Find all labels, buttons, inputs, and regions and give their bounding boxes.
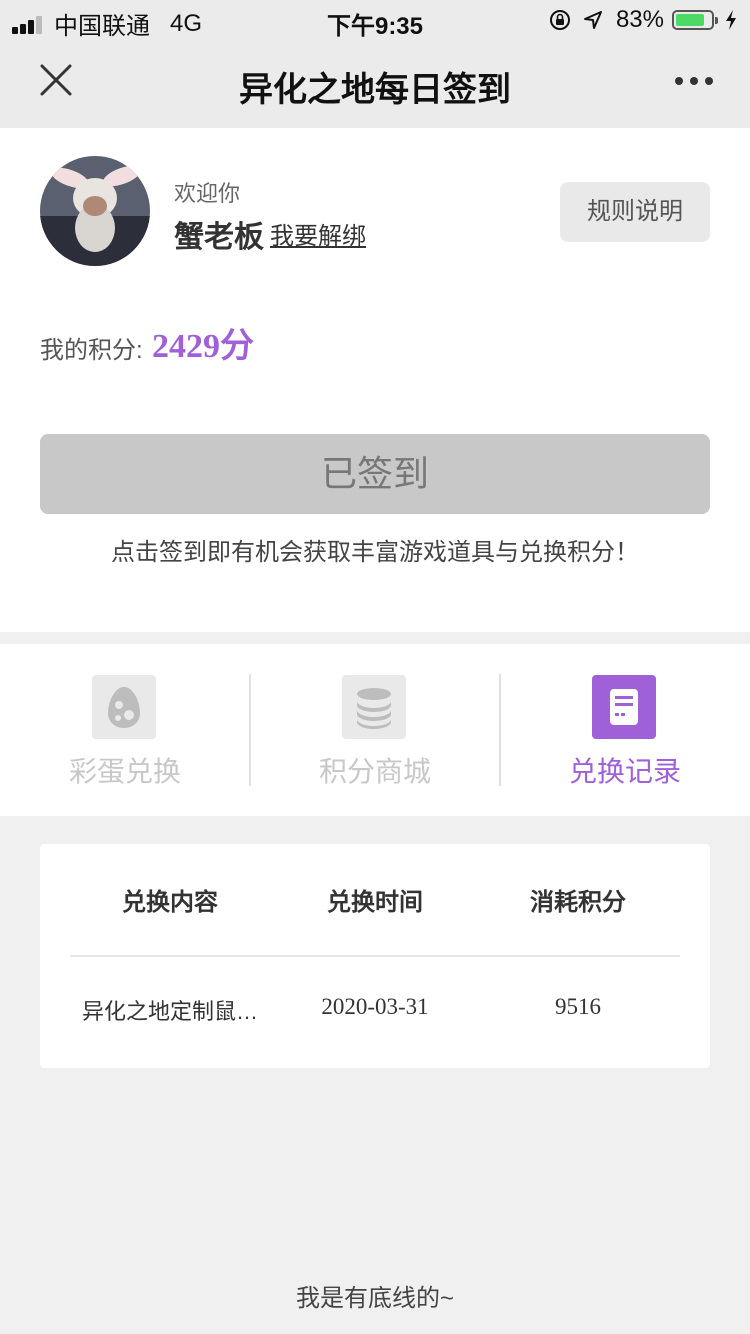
tab-exchange-records[interactable]: 兑换记录 [500,644,750,816]
charging-icon [726,10,736,30]
page-title: 异化之地每日签到 [239,71,511,109]
tab-label: 兑换记录 [568,756,681,787]
unbind-link[interactable]: 我要解绑 [270,216,366,251]
points-label: 我的积分: [40,337,143,364]
table-divider [70,955,680,957]
egg-icon [92,675,156,739]
tab-egg-exchange[interactable]: 彩蛋兑换 [0,644,250,816]
location-icon [583,11,602,29]
rules-button[interactable]: 规则说明 [560,182,710,242]
table-cell-content: 异化之地定制鼠… [81,999,258,1024]
username: 蟹老板 [174,221,264,254]
status-right: 83% [548,6,738,34]
tab-label: 彩蛋兑换 [68,756,181,787]
footer-text: 我是有底线的~ [295,1285,454,1312]
column-header-points: 消耗积分 [530,889,626,916]
tab-bar: 彩蛋兑换 积分商城 兑换记录 [0,644,750,816]
sign-in-hint: 点击签到即有机会获取丰富游戏道具与兑换积分！ [111,539,639,566]
record-icon [592,675,656,739]
more-icon[interactable] [674,66,714,96]
points-value: 2429分 [152,328,254,365]
table-cell-points: 9516 [555,994,601,1019]
coins-icon [342,675,406,739]
orientation-lock-icon [549,10,570,30]
nav-bar: 异化之地每日签到 [0,40,750,128]
avatar[interactable] [40,156,150,266]
battery-percent: 83% [615,6,664,33]
battery-icon [672,10,718,30]
profile-card: 欢迎你 蟹老板 我要解绑 规则说明 我的积分: 2429分 已签到 点击签到即有… [0,128,750,632]
column-header-time: 兑换时间 [327,889,423,916]
welcome-text: 欢迎你 [174,181,241,206]
tab-label: 积分商城 [318,756,431,787]
column-header-content: 兑换内容 [122,889,218,916]
status-bar: 中国联通 4G 下午9:35 83% [0,0,750,40]
table-cell-time: 2020-03-31 [321,994,429,1019]
tab-points-mall[interactable]: 积分商城 [250,644,500,816]
exchange-records-table: 兑换内容 兑换时间 消耗积分 异化之地定制鼠… 2020-03-31 9516 [40,844,710,1068]
signed-in-button[interactable]: 已签到 [40,434,710,514]
